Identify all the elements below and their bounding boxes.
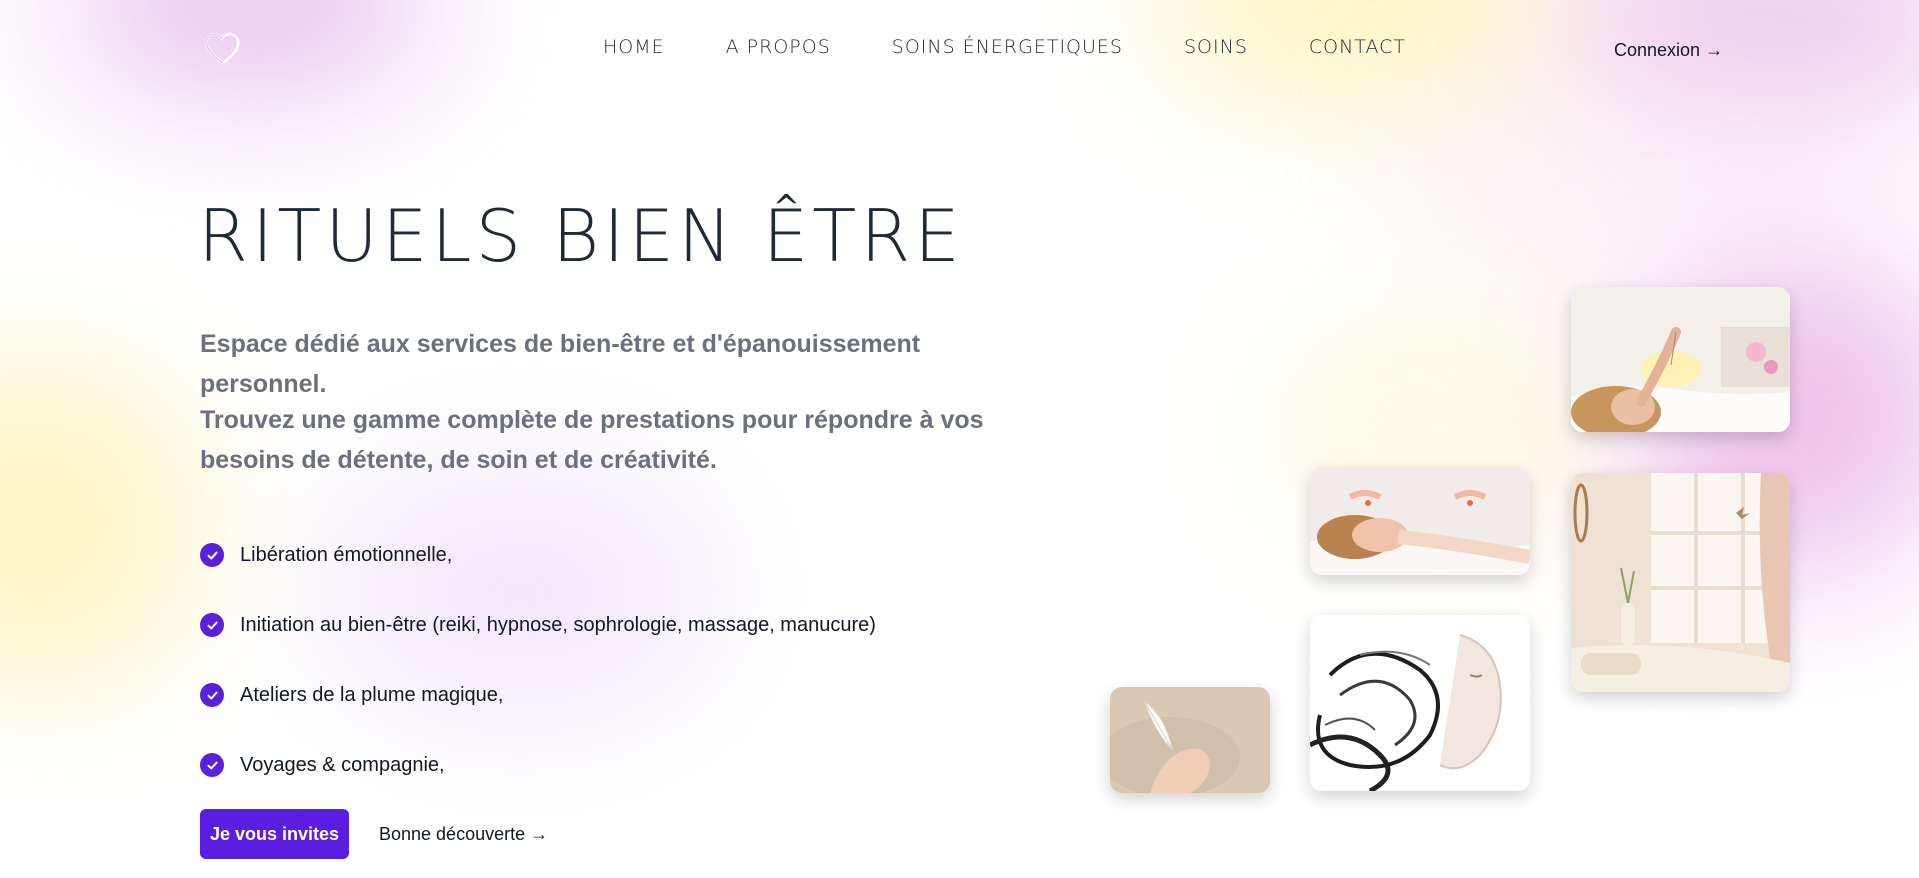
login-link[interactable]: Connexion → — [1614, 40, 1723, 61]
photo-feather-hand — [1110, 687, 1270, 793]
feature-list: Libération émotionnelle, Initiation au b… — [200, 520, 876, 800]
photo-reiki-crystal — [1571, 287, 1790, 432]
heart-logo-icon[interactable] — [203, 30, 243, 66]
feature-label: Initiation au bien-être (reiki, hypnose,… — [240, 613, 876, 636]
nav-soins[interactable]: Soins — [1184, 36, 1248, 58]
photo-energy-healing — [1310, 467, 1530, 575]
check-circle-icon — [200, 543, 224, 567]
nav-contact[interactable]: Contact — [1309, 36, 1406, 58]
main-nav: Home A propos Soins énergetiques Soins C… — [603, 36, 1406, 58]
feature-item: Initiation au bien-être (reiki, hypnose,… — [200, 590, 876, 660]
photo-bright-bedroom — [1571, 473, 1790, 692]
check-circle-icon — [200, 753, 224, 777]
feature-item: Ateliers de la plume magique, — [200, 660, 876, 730]
photo-smoke-portrait — [1310, 615, 1530, 791]
feature-label: Ateliers de la plume magique, — [240, 683, 504, 706]
nav-soins-energetiques[interactable]: Soins énergetiques — [892, 36, 1123, 58]
site-header: Home A propos Soins énergetiques Soins C… — [0, 0, 1919, 100]
feature-label: Voyages & compagnie, — [240, 753, 445, 776]
feature-item: Libération émotionnelle, — [200, 520, 876, 590]
discover-link[interactable]: Bonne découverte → — [379, 824, 548, 845]
feature-item: Voyages & compagnie, — [200, 730, 876, 800]
hero-section: Rituels bien être Espace dédié aux servi… — [0, 0, 1919, 878]
page-title: Rituels bien être — [198, 194, 964, 278]
invite-button[interactable]: Je vous invites — [200, 809, 349, 859]
nav-a-propos[interactable]: A propos — [726, 36, 831, 58]
check-circle-icon — [200, 613, 224, 637]
check-circle-icon — [200, 683, 224, 707]
nav-home[interactable]: Home — [603, 36, 665, 58]
feature-label: Libération émotionnelle, — [240, 543, 453, 566]
hero-lead: Espace dédié aux services de bien-être e… — [200, 330, 921, 398]
hero-lead-secondary: Trouvez une gamme complète de prestation… — [200, 406, 984, 474]
